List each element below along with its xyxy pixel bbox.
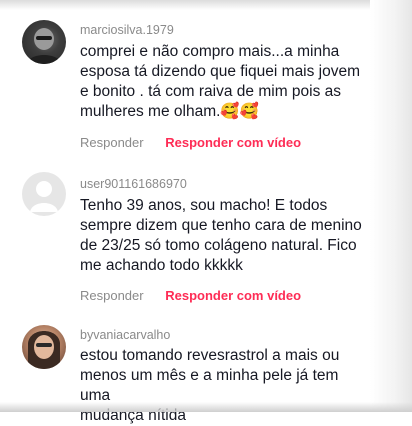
avatar-photo-icon: [28, 331, 60, 369]
comment-item: byvaniacarvalho estou tomando revesrastr…: [0, 320, 370, 424]
comment-username[interactable]: user901161686970: [80, 177, 187, 191]
comment-text: Tenho 39 anos, sou macho! E todos sempre…: [80, 197, 362, 274]
avatar-photo-icon: [26, 28, 62, 64]
comment-username[interactable]: byvaniacarvalho: [80, 328, 170, 342]
comment-item: marciosilva.1979 comprei e não compro ma…: [0, 0, 370, 160]
comment-text: estou tomando revesrastrol a mais ou men…: [80, 347, 340, 424]
reply-video-button[interactable]: Responder com vídeo: [165, 135, 301, 150]
reply-button[interactable]: Responder: [80, 135, 144, 150]
reply-video-button[interactable]: Responder com vídeo: [165, 288, 301, 303]
user-avatar[interactable]: [22, 325, 66, 369]
comment-item: user901161686970 Tenho 39 anos, sou mach…: [0, 160, 370, 320]
person-silhouette-icon: [30, 181, 58, 212]
reply-actions: Responder Responder com vídeo: [80, 135, 301, 150]
reply-button[interactable]: Responder: [80, 288, 144, 303]
comment-text: comprei e não compro mais...a minha espo…: [80, 43, 361, 120]
bottom-shadow: [0, 402, 412, 412]
user-avatar[interactable]: [22, 20, 66, 64]
reply-actions: Responder Responder com vídeo: [80, 288, 301, 303]
page-edge-shadow: [370, 0, 412, 412]
comment-username[interactable]: marciosilva.1979: [80, 23, 174, 37]
default-avatar[interactable]: [22, 172, 66, 216]
